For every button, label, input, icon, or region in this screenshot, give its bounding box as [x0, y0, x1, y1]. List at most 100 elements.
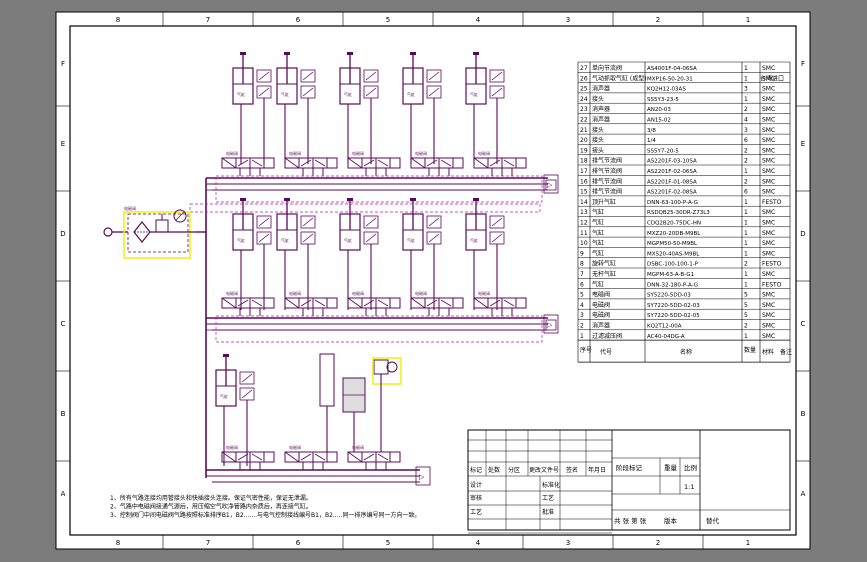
bom-row-qty: 1: [744, 220, 748, 227]
bom-row-number: 16: [580, 178, 588, 185]
bom-row-code: SY7220-5DD-02-03: [647, 303, 700, 309]
bom-row-number: 25: [580, 86, 588, 93]
cylinder-rod-end: [223, 354, 229, 357]
bom-row-name: 气缸: [592, 208, 604, 216]
drawing-canvas: 8877665544332211F FE ED DC CB BA A 气缸电磁阀气缸电磁阀气…: [55, 11, 811, 550]
bom-row-note: 台湾进口: [760, 74, 784, 82]
bom-row-name: 消声器: [592, 85, 610, 93]
tb-label-process: 工艺: [542, 494, 554, 502]
valve-label: 电磁阀: [415, 150, 427, 156]
bom-row-code: DNN-32-180-P-A-G: [647, 282, 698, 288]
zone-label-right: A: [801, 490, 806, 498]
bom-row-name: 排气节流阀: [592, 157, 622, 165]
bom-row-qty: 5: [744, 302, 748, 309]
zone-label-top: 8: [116, 16, 120, 24]
bom-row-number: 26: [580, 75, 588, 82]
tb-label-zone: 分区: [508, 466, 520, 474]
bom-row-name: 顶升气缸: [592, 198, 616, 206]
bom-row-material: SMC: [762, 106, 775, 113]
bom-row-number: 4: [580, 302, 584, 309]
cylinder-rod-end: [410, 52, 416, 55]
bom-row-name: 无杆气缸: [592, 270, 616, 278]
cylinder-rod-end: [240, 198, 246, 201]
tb-label-scale: 比例: [684, 463, 697, 472]
bom-row-name: 气缸: [592, 229, 604, 237]
tb-label-signature: 签名: [566, 466, 578, 474]
tb-label-approve: 批准: [542, 508, 554, 516]
bom-row-material: SMC: [762, 240, 775, 247]
bom-row-number: 10: [580, 240, 588, 247]
bom-row-qty: 6: [744, 189, 748, 196]
bom-row-code: SS5Y3-23-5: [647, 97, 679, 103]
zone-label-bottom: 7: [206, 539, 210, 547]
tb-label-total-sheets: 共 张 第 张: [614, 516, 647, 525]
bom-row-material: SMC: [762, 137, 775, 144]
bom-row-code: CDQ2B20-75DC-HN: [647, 221, 701, 227]
bom-row-qty: 3: [744, 86, 748, 93]
bom-row-name: 气缸: [592, 280, 604, 288]
bom-row-code: 3/8: [647, 128, 656, 134]
bom-row-material: SMC: [762, 323, 775, 330]
bom-row-code: DNN-63-100-P-A-G: [647, 200, 698, 206]
bom-row-name: 消声器: [592, 116, 610, 124]
bom-row-name: 消声器: [592, 322, 610, 330]
cylinder-label: 气缸: [470, 237, 478, 243]
tb-label-stage-mark: 阶段标记: [616, 463, 643, 472]
zone-label-left: F: [61, 60, 65, 68]
valve-label: 电磁阀: [226, 150, 238, 156]
cylinder-rod-end: [410, 198, 416, 201]
bom-row-name: 接头: [592, 136, 604, 144]
bom-row-name: 电磁阀: [592, 291, 610, 299]
bom-row-name: 消声器: [592, 105, 610, 113]
bom-row-code: AS2201F-02-08SA: [647, 190, 697, 196]
bom-header-number: 序号: [580, 346, 592, 354]
cylinder-rod-end: [473, 52, 479, 55]
bom-row-qty: 1: [744, 96, 748, 103]
bom-row-number: 14: [580, 199, 588, 206]
bom-row-number: 15: [580, 189, 588, 196]
bom-row-material: SMC: [762, 117, 775, 124]
bom-row-code: RSDQB25-30DR-Z73L3: [647, 210, 710, 216]
bom-row-qty: 2: [744, 323, 748, 330]
bom-row-code: MXZ20-20DB-M9BL: [647, 231, 701, 237]
zone-label-top: 6: [296, 16, 301, 24]
tb-label-designer: 设计: [470, 481, 482, 489]
zone-label-right: F: [801, 60, 805, 68]
tb-label-process-2: 工艺: [470, 508, 482, 516]
bom-header-code: 代号: [600, 348, 612, 356]
zone-label-bottom: 4: [476, 539, 481, 547]
bom-row-qty: 5: [744, 292, 748, 299]
tb-label-change-doc: 更改文件号: [529, 466, 559, 474]
bom-row-material: SMC: [762, 302, 775, 309]
bom-row-material: SMC: [762, 96, 775, 103]
valve-label: 电磁阀: [289, 290, 301, 296]
bom-row-number: 12: [580, 220, 588, 227]
bom-row-code: MGPM50-50-M9BL: [647, 241, 698, 247]
bom-row-code: SS5Y7-20-5: [647, 148, 679, 154]
bom-row-qty: 2: [744, 158, 748, 165]
bom-row-code: MXP16-50-20-31: [647, 76, 693, 82]
bom-row-material: SMC: [762, 333, 775, 340]
valve-label: 电磁阀: [352, 150, 364, 156]
bom-row-qty: 1: [744, 240, 748, 247]
zone-label-left: D: [60, 230, 65, 238]
bom-row-qty: 6: [744, 137, 748, 144]
bom-row-code: AN15-02: [647, 118, 671, 124]
bom-row-name: 电磁阀: [592, 311, 610, 319]
cylinder-rod-end: [284, 52, 290, 55]
bom-row-material: SMC: [762, 209, 775, 216]
bom-row-number: 5: [580, 292, 584, 299]
bom-row-number: 6: [580, 281, 584, 288]
bom-row-code: AS4001F-04-06SA: [647, 66, 697, 72]
bom-row-code: DSBC-100-100-1-P: [647, 262, 699, 268]
zone-label-top: 3: [566, 16, 570, 24]
zone-label-left: A: [61, 490, 66, 498]
zone-label-bottom: 2: [656, 539, 660, 547]
bom-row-qty: 3: [744, 127, 748, 134]
bom-row-number: 11: [580, 230, 588, 237]
cylinder-rod-end: [473, 198, 479, 201]
bom-row-number: 27: [580, 65, 588, 72]
cylinder-label: 气缸: [344, 91, 352, 97]
bom-row-name: 电磁阀: [592, 301, 610, 309]
bom-header-name: 名称: [680, 348, 692, 356]
